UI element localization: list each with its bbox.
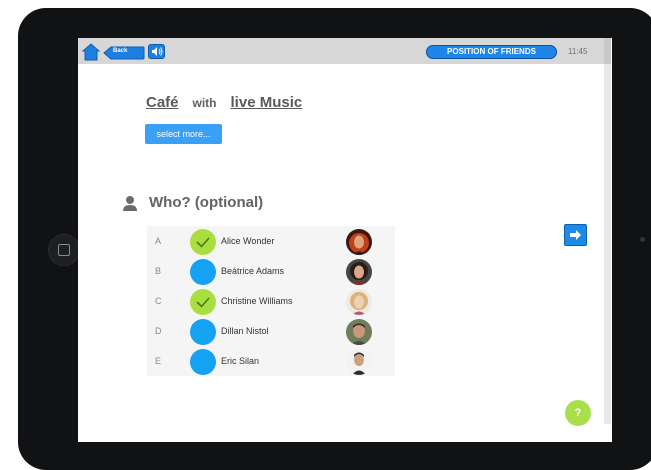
avatar	[346, 319, 372, 345]
row-letter: B	[155, 266, 162, 276]
friend-name: Eric Silan	[221, 356, 260, 366]
feature-link[interactable]: live Music	[231, 94, 303, 111]
selection-toggle[interactable]	[190, 229, 216, 255]
row-letter: E	[155, 356, 162, 366]
speaker-icon	[152, 47, 163, 56]
list-item[interactable]: C Christine Williams	[147, 286, 395, 316]
scrollbar[interactable]	[604, 38, 611, 424]
device-camera	[640, 237, 645, 242]
friend-name: Christine Williams	[221, 296, 293, 306]
selection-toggle[interactable]	[190, 349, 216, 375]
row-letter: C	[155, 296, 162, 306]
select-more-button[interactable]: select more...	[145, 124, 222, 144]
checkmark-icon	[196, 297, 210, 308]
list-item[interactable]: A Alice Wonder	[147, 226, 395, 256]
friends-list: A Alice Wonder B Beátrice Adams C Christ…	[147, 226, 395, 376]
position-of-friends-button[interactable]: POSITION OF FRIENDS	[426, 45, 557, 59]
clock: 11:45	[568, 47, 588, 56]
sound-button[interactable]	[148, 44, 165, 59]
place-link[interactable]: Café	[146, 94, 179, 111]
list-item[interactable]: B Beátrice Adams	[147, 256, 395, 286]
help-button[interactable]: ?	[565, 400, 591, 426]
person-icon	[123, 196, 137, 211]
selection-toggle[interactable]	[190, 289, 216, 315]
friend-name: Beátrice Adams	[221, 266, 285, 276]
top-bar: Back POSITION OF FRIENDS 11:45	[78, 38, 604, 64]
friend-name: Alice Wonder	[221, 236, 275, 246]
home-icon[interactable]	[82, 43, 100, 61]
avatar	[346, 289, 372, 315]
avatar	[346, 229, 372, 255]
avatar	[346, 349, 372, 375]
filter-summary: Café with live Music	[146, 94, 302, 111]
scrollbar-thumb[interactable]	[604, 38, 611, 64]
list-item[interactable]: D Dillan Nistol	[147, 316, 395, 346]
row-letter: D	[155, 326, 162, 336]
back-button-label: Back	[113, 48, 128, 54]
avatar	[346, 259, 372, 285]
next-button[interactable]	[564, 224, 587, 246]
app-screen: Back POSITION OF FRIENDS 11:45 Café with l…	[78, 38, 612, 442]
friend-name: Dillan Nistol	[221, 326, 269, 336]
who-heading: Who? (optional)	[149, 194, 264, 211]
list-item[interactable]: E Eric Silan	[147, 346, 395, 376]
connector-text: with	[192, 96, 217, 110]
arrow-right-icon	[570, 230, 581, 240]
checkmark-icon	[196, 237, 210, 248]
device-home-button[interactable]	[48, 234, 80, 266]
selection-toggle[interactable]	[190, 259, 216, 285]
selection-toggle[interactable]	[190, 319, 216, 345]
row-letter: A	[155, 236, 162, 246]
